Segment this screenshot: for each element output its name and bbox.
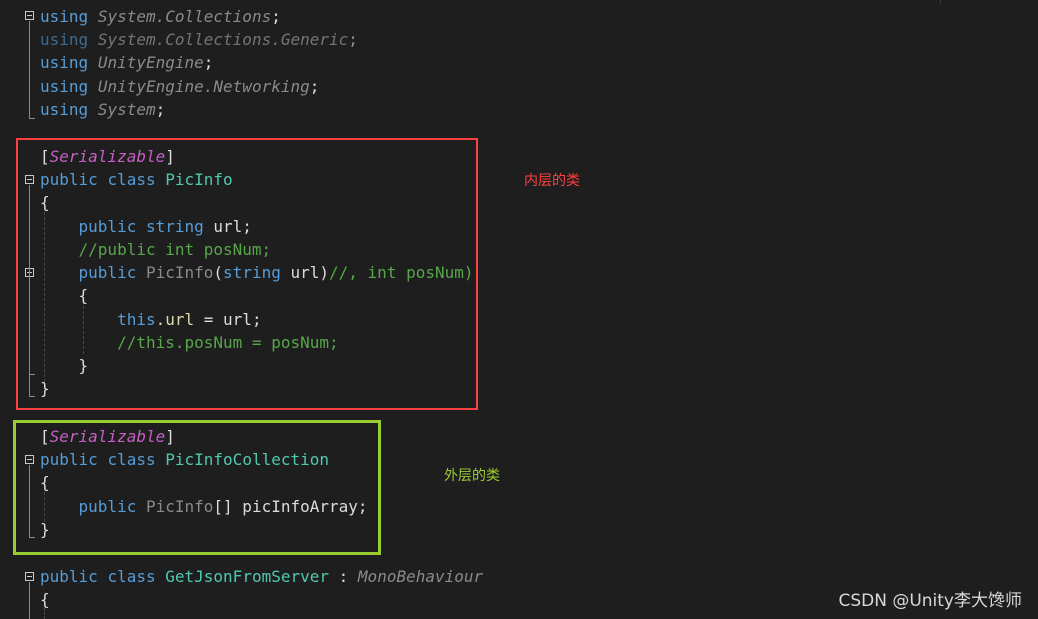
fold-line-getjson (29, 582, 30, 619)
fold-toggle-using-block[interactable] (25, 11, 34, 20)
code-token: using (40, 30, 89, 49)
code-token: ; (309, 77, 320, 96)
code-token: ; (203, 53, 214, 72)
code-token: System.Collections (97, 7, 272, 26)
code-line[interactable]: { (40, 588, 50, 611)
code-line[interactable]: using UnityEngine.Networking; (40, 75, 319, 98)
code-token: System (97, 100, 156, 119)
tab-strip-divider (0, 0, 941, 4)
code-line[interactable]: using System.Collections.Generic; (40, 28, 358, 51)
code-token: GetJsonFromServer (165, 567, 330, 586)
code-token: using (40, 100, 89, 119)
code-token: public (40, 567, 98, 586)
code-line[interactable]: using System; (40, 98, 165, 121)
code-token: UnityEngine.Networking (97, 77, 310, 96)
code-token: ; (348, 30, 358, 49)
code-token: MonoBehaviour (357, 567, 484, 586)
watermark: CSDN @Unity李大馋师 (838, 591, 1022, 611)
code-token: UnityEngine (97, 53, 204, 72)
code-token: ; (271, 7, 281, 26)
code-line[interactable]: public class GetJsonFromServer : MonoBeh… (40, 565, 483, 588)
code-line[interactable]: using System.Collections; (40, 5, 281, 28)
inner-class-annotation: 内层的类 (524, 173, 580, 189)
code-token: class (107, 567, 156, 586)
code-token: ; (155, 100, 166, 119)
code-token: : (329, 567, 358, 586)
outer-class-highlight-box (13, 420, 381, 555)
code-editor[interactable]: using System.Collections; using System.C… (0, 0, 1038, 619)
code-token: using (40, 7, 89, 26)
code-line[interactable]: using UnityEngine; (40, 51, 213, 74)
code-token: using (40, 53, 89, 72)
outer-class-annotation: 外层的类 (444, 468, 500, 484)
code-token: System.Collections.Generic (97, 30, 349, 49)
fold-line-using (29, 21, 30, 119)
code-token: { (40, 590, 50, 609)
inner-class-highlight-box (16, 138, 478, 410)
fold-line-using-end (29, 118, 35, 119)
code-token: using (40, 77, 89, 96)
fold-toggle-getjsonfromserver-class[interactable] (25, 572, 34, 581)
